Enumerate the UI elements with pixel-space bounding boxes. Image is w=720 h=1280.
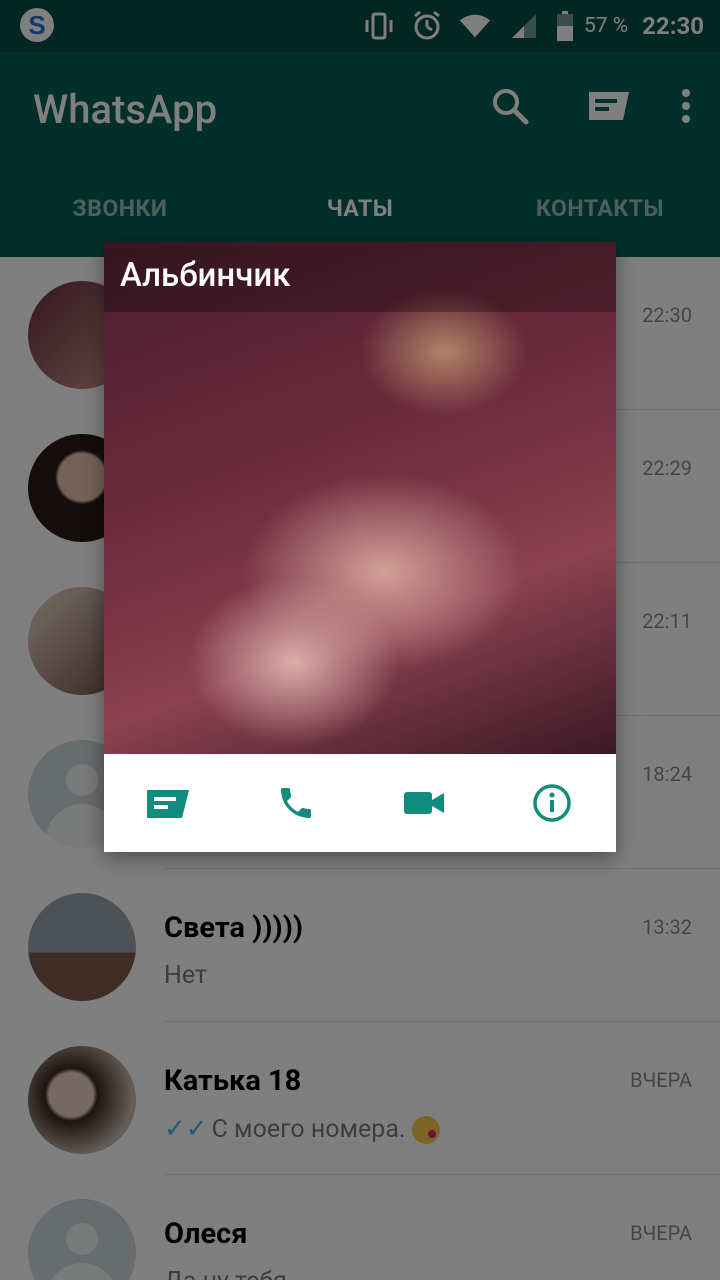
call-icon[interactable] [232, 754, 360, 852]
contact-photo[interactable]: Альбинчик [104, 242, 616, 754]
video-call-icon[interactable] [360, 754, 488, 852]
info-icon[interactable] [488, 754, 616, 852]
quick-actions [104, 754, 616, 852]
message-icon[interactable] [104, 754, 232, 852]
contact-name: Альбинчик [120, 256, 291, 295]
contact-quick-view: Альбинчик [104, 242, 616, 852]
